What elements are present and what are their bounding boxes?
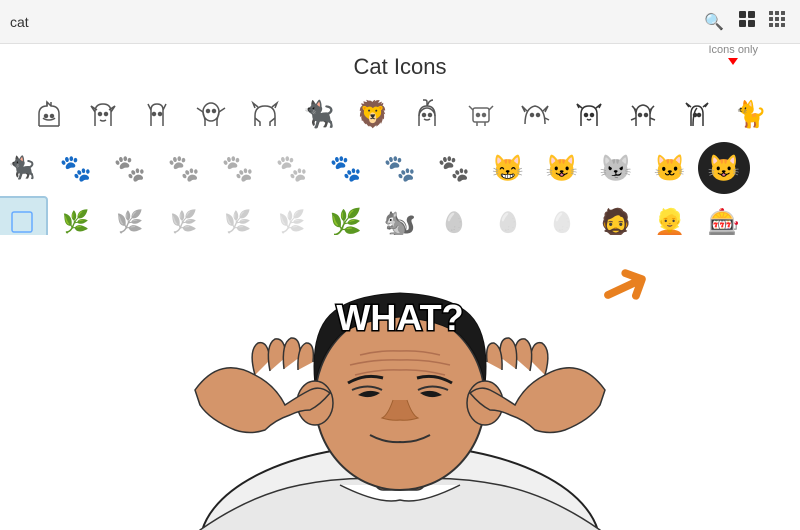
large-grid-button[interactable] <box>734 6 760 37</box>
header: cat 🔍 <box>0 0 800 44</box>
list-item[interactable]: 🦁 <box>347 88 399 140</box>
list-item[interactable] <box>131 88 183 140</box>
icon-row-2: 🐈‍⬛ 🐾 🐾 🐾 🐾 🐾 🐾 🐾 🐾 😸 😺 😼 🐱 😺 <box>0 142 800 194</box>
list-item[interactable]: 😺 <box>536 142 588 194</box>
list-item[interactable]: 😸 <box>482 142 534 194</box>
list-item[interactable] <box>671 88 723 140</box>
list-item[interactable]: 🐾 <box>428 142 480 194</box>
list-item[interactable]: 🐾 <box>212 142 264 194</box>
list-item[interactable]: 🐈‍⬛ <box>0 142 48 194</box>
list-item[interactable] <box>563 88 615 140</box>
list-item[interactable]: 😺 <box>698 142 750 194</box>
list-item[interactable] <box>239 88 291 140</box>
red-arrow-indicator <box>728 58 738 65</box>
list-item[interactable]: 🐾 <box>266 142 318 194</box>
list-item[interactable] <box>77 88 129 140</box>
list-item[interactable] <box>401 88 453 140</box>
icons-only-container: Icons only <box>708 44 758 65</box>
search-icon: 🔍 <box>704 12 724 32</box>
list-item[interactable] <box>617 88 669 140</box>
list-item[interactable]: 🐾 <box>50 142 102 194</box>
meme-overlay: WHAT? <box>0 235 800 530</box>
list-item[interactable]: 🐈‍⬛ <box>293 88 345 140</box>
list-item[interactable] <box>509 88 561 140</box>
svg-text:WHAT?: WHAT? <box>336 297 463 338</box>
list-item[interactable]: 🐈 <box>725 88 777 140</box>
search-input[interactable]: cat <box>10 14 696 30</box>
icons-only-label: Icons only <box>708 44 758 56</box>
list-item[interactable]: 😼 <box>590 142 642 194</box>
list-item[interactable]: 🐾 <box>374 142 426 194</box>
icon-grid: 🐈‍⬛ 🦁 <box>0 88 800 250</box>
list-item[interactable]: 🐾 <box>320 142 372 194</box>
list-item[interactable] <box>752 142 800 194</box>
view-toggle <box>734 6 790 37</box>
small-grid-button[interactable] <box>764 6 790 37</box>
list-item[interactable] <box>185 88 237 140</box>
list-item[interactable]: 🐾 <box>158 142 210 194</box>
meme-image: WHAT? <box>0 235 800 530</box>
icon-row-1: 🐈‍⬛ 🦁 <box>23 88 777 140</box>
list-item[interactable] <box>23 88 75 140</box>
list-item[interactable]: 🐾 <box>104 142 156 194</box>
list-item[interactable] <box>455 88 507 140</box>
page-title: Cat Icons <box>0 54 800 80</box>
list-item[interactable]: 🐱 <box>644 142 696 194</box>
